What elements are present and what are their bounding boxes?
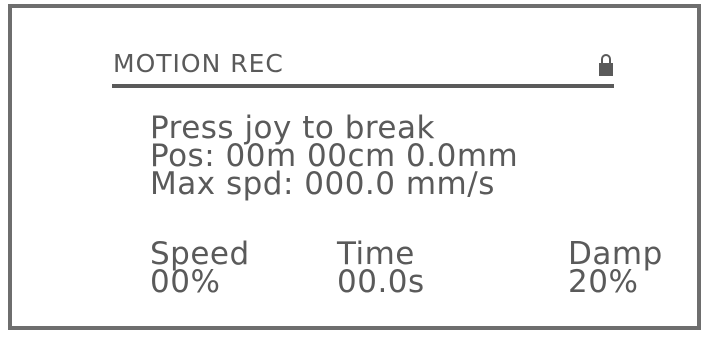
damp-value: 20% [568, 264, 639, 300]
title-underline [112, 84, 614, 88]
time-value: 00.0s [337, 264, 425, 300]
lcd-screen: MOTION REC Press joy to break Pos: 00m 0… [8, 4, 701, 330]
screen-title: MOTION REC [113, 49, 284, 78]
speed-value: 00% [150, 264, 221, 300]
message-max-speed: Max spd: 000.0 mm/s [150, 166, 495, 202]
lock-icon [599, 54, 613, 76]
